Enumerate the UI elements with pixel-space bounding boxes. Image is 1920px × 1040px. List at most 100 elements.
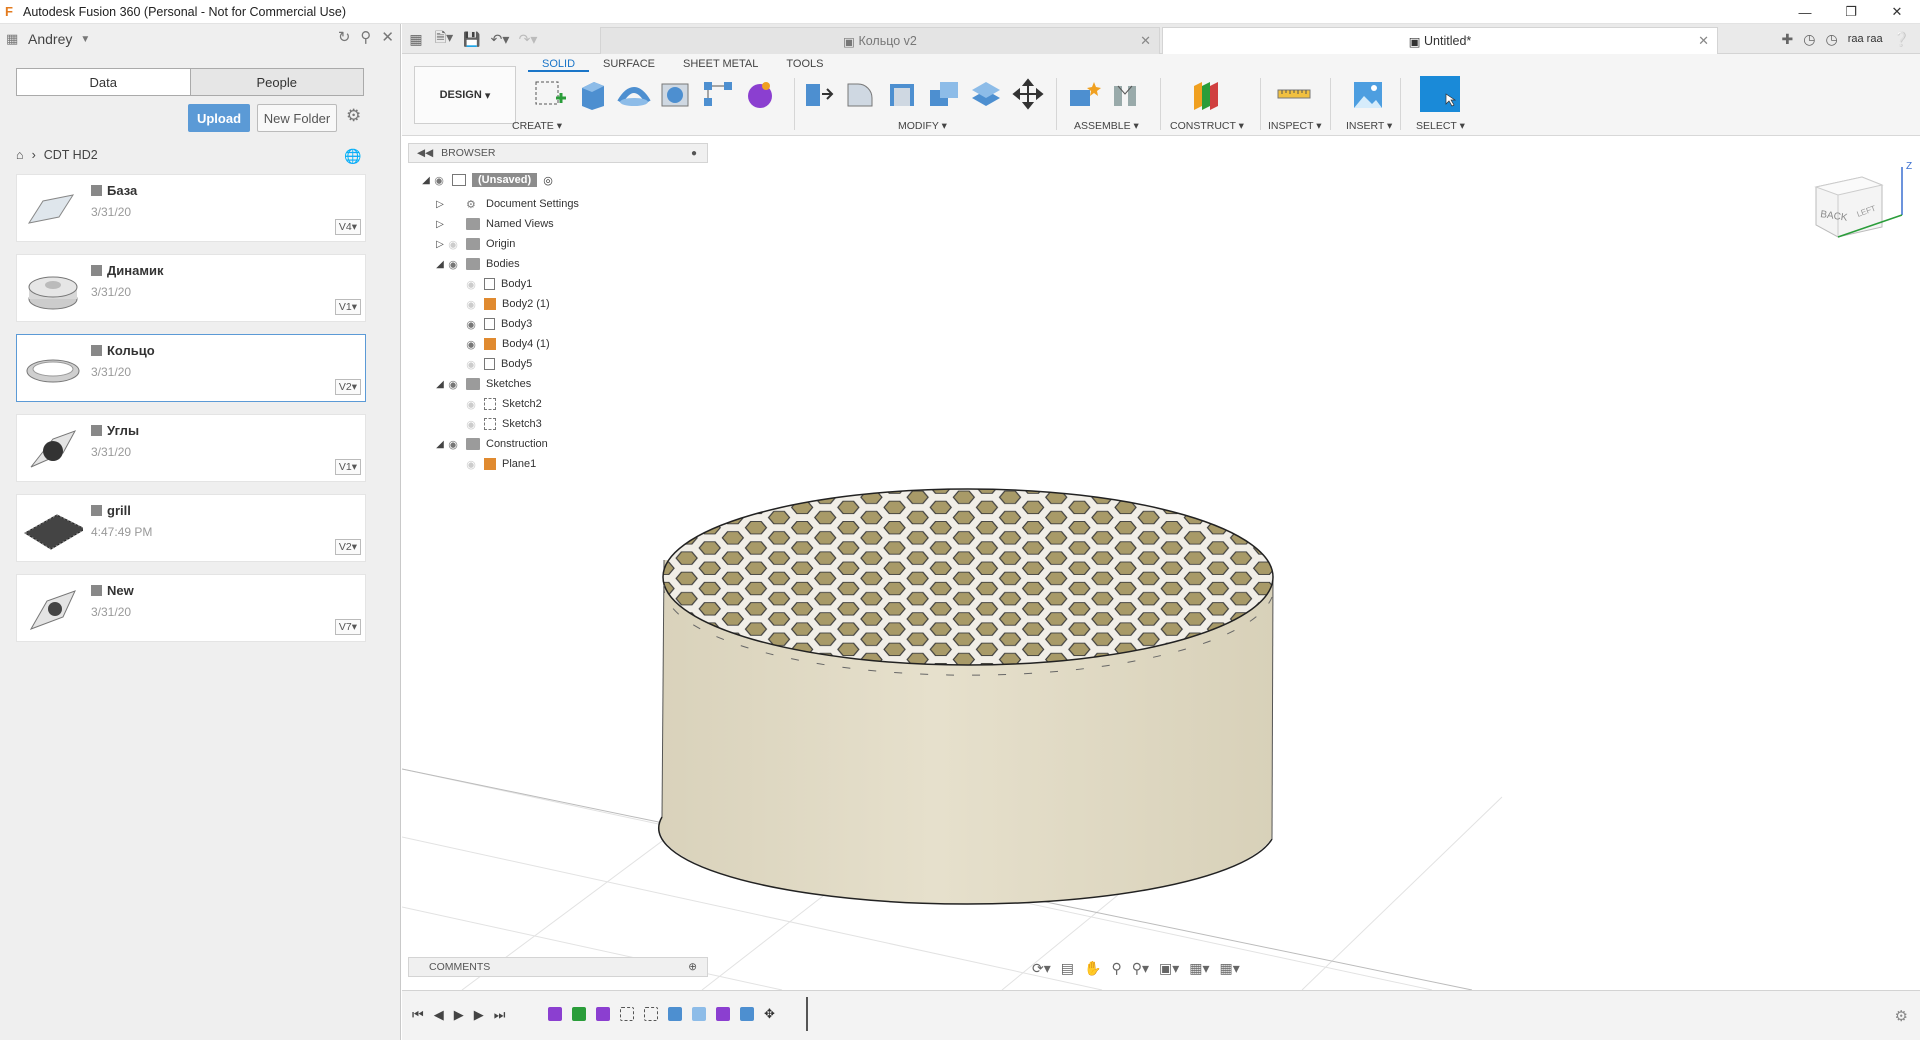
tree-item[interactable]: ◢ ◉ Bodies (434, 254, 520, 274)
move-icon[interactable]: ✥ (764, 1007, 778, 1021)
create-group-label[interactable]: CREATE ▾ (512, 120, 562, 132)
search-icon[interactable]: ⚲ (360, 28, 371, 46)
press-pull-icon[interactable] (800, 78, 836, 110)
gear-icon[interactable]: ⚙ (346, 106, 361, 126)
tree-item[interactable]: ▷ ⚙ Document Settings (434, 194, 579, 214)
visibility-eye-icon[interactable]: ◉ (432, 174, 446, 187)
create-form-icon[interactable] (742, 78, 778, 110)
select-group-label[interactable]: SELECT ▾ (1416, 120, 1465, 132)
close-tab-icon[interactable]: ✕ (1140, 33, 1151, 49)
refresh-icon[interactable]: ↻ (338, 28, 351, 46)
close-panel-icon[interactable]: ✕ (381, 28, 394, 46)
collapse-panel-icon[interactable]: ◀◀ (417, 147, 433, 159)
orbit-icon[interactable]: ⟳▾ (1032, 960, 1051, 977)
revolve-icon[interactable] (616, 78, 652, 110)
tree-item[interactable]: ◉ Body2 (1) (464, 294, 550, 314)
combine-icon[interactable] (926, 78, 962, 110)
new-component-icon[interactable] (1066, 78, 1102, 110)
timeline-marker[interactable] (806, 997, 808, 1031)
account-name[interactable]: raa raa (1848, 33, 1883, 45)
timeline-feature-icon[interactable] (668, 1007, 682, 1021)
tree-item[interactable]: ◉ Body3 (464, 314, 532, 334)
look-at-icon[interactable]: ▤ (1061, 960, 1074, 977)
zoom-icon[interactable]: ⚲▾ (1132, 960, 1149, 977)
document-tab[interactable]: ▣ Кольцо v2 ✕ (600, 27, 1160, 54)
tab-sheet-metal[interactable]: SHEET METAL (669, 58, 772, 72)
timeline-feature-icon[interactable] (716, 1007, 730, 1021)
file-card[interactable]: Углы 3/31/20 V1▾ (16, 414, 366, 482)
insert-image-icon[interactable] (1350, 78, 1386, 110)
minimize-panel-icon[interactable]: ● (691, 148, 697, 159)
version-badge[interactable]: V2▾ (334, 539, 361, 555)
pan-icon[interactable]: ✋ (1084, 960, 1101, 977)
file-card[interactable]: New 3/31/20 V7▾ (16, 574, 366, 642)
expand-icon[interactable]: ◢ (420, 175, 432, 186)
version-badge[interactable]: V2▾ (334, 379, 361, 395)
construct-group-label[interactable]: CONSTRUCT ▾ (1170, 120, 1244, 132)
zoom-window-icon[interactable]: ⚲ (1111, 960, 1121, 977)
upload-button[interactable]: Upload (188, 104, 250, 132)
home-icon[interactable]: ⌂ (16, 148, 24, 162)
viewports-icon[interactable]: ▦▾ (1220, 960, 1240, 977)
undo-icon[interactable]: ↶▾ (486, 24, 514, 54)
version-badge[interactable]: V1▾ (334, 299, 361, 315)
file-card[interactable]: grill 4:47:49 PM V2▾ (16, 494, 366, 562)
file-card[interactable]: База 3/31/20 V4▾ (16, 174, 366, 242)
select-icon[interactable] (1420, 76, 1460, 112)
assemble-group-label[interactable]: ASSEMBLE ▾ (1074, 120, 1139, 132)
timeline-feature-icon[interactable] (572, 1007, 586, 1021)
timeline-feature-icon[interactable] (644, 1007, 658, 1021)
tab-solid[interactable]: SOLID (528, 58, 590, 72)
tree-item[interactable]: ◢ ◉ Sketches (434, 374, 531, 394)
browser-panel-header[interactable]: ◀◀ BROWSER ● (408, 143, 708, 163)
user-name[interactable]: Andrey (28, 31, 72, 47)
activate-icon[interactable]: ◎ (543, 174, 553, 187)
clock-icon[interactable]: ◷ (1825, 31, 1837, 48)
pattern-icon[interactable] (700, 78, 736, 110)
comments-panel[interactable]: COMMENTS ⊕ (408, 957, 708, 977)
tree-item[interactable]: ◉ Sketch3 (464, 414, 542, 434)
data-panel-toggle-icon[interactable]: ▦ (402, 24, 430, 54)
tree-item[interactable]: ◉ Sketch2 (464, 394, 542, 414)
version-badge[interactable]: V4▾ (334, 219, 361, 235)
display-settings-icon[interactable]: ▣▾ (1159, 960, 1179, 977)
restore-icon[interactable]: ❐ (1828, 0, 1874, 24)
modify-group-label[interactable]: MODIFY ▾ (898, 120, 947, 132)
chevron-down-icon[interactable]: ▼ (80, 34, 90, 45)
globe-icon[interactable]: 🌐 (344, 148, 361, 165)
measure-icon[interactable] (1276, 78, 1312, 110)
go-to-end-icon[interactable]: ⏭ (494, 1007, 506, 1023)
timeline-feature-icon[interactable] (692, 1007, 706, 1021)
job-status-icon[interactable]: ◷ (1803, 31, 1815, 48)
minimize-icon[interactable]: — (1782, 0, 1828, 24)
add-comment-icon[interactable]: ⊕ (688, 961, 697, 973)
close-tab-icon[interactable]: ✕ (1698, 33, 1709, 49)
tree-item[interactable]: ◉ Body1 (464, 274, 532, 294)
offset-face-icon[interactable] (968, 78, 1004, 110)
close-icon[interactable]: ✕ (1874, 0, 1920, 24)
file-menu-icon[interactable]: 🗎▾ (430, 24, 458, 54)
timeline-feature-icon[interactable] (548, 1007, 562, 1021)
tree-root[interactable]: ◢ ◉ (Unsaved) ◎ (420, 170, 553, 190)
file-card[interactable]: Кольцо 3/31/20 V2▾ (16, 334, 366, 402)
offset-plane-icon[interactable] (1188, 78, 1224, 110)
tab-data[interactable]: Data (17, 69, 190, 95)
tree-item[interactable]: ◢ ◉ Construction (434, 434, 548, 454)
tree-item[interactable]: ◉ Plane1 (464, 454, 536, 474)
fillet-icon[interactable] (842, 78, 878, 110)
grid-icon[interactable]: ▦ (6, 31, 20, 47)
tree-item[interactable]: ◉ Body5 (464, 354, 532, 374)
inspect-group-label[interactable]: INSPECT ▾ (1268, 120, 1322, 132)
create-sketch-icon[interactable] (532, 78, 568, 110)
save-icon[interactable]: 💾 (458, 24, 486, 54)
tab-surface[interactable]: SURFACE (589, 58, 669, 72)
tree-item[interactable]: ▷ Named Views (434, 214, 554, 234)
step-back-icon[interactable]: ◀ (434, 1007, 444, 1023)
viewcube[interactable]: Z BACK LEFT (1802, 157, 1912, 247)
new-folder-button[interactable]: New Folder (257, 104, 337, 132)
document-tab-active[interactable]: ▣ Untitled* ✕ (1162, 27, 1718, 54)
tab-tools[interactable]: TOOLS (772, 58, 837, 72)
breadcrumb-project[interactable]: CDT HD2 (44, 148, 98, 162)
joint-icon[interactable] (1108, 78, 1144, 110)
grid-settings-icon[interactable]: ▦▾ (1189, 960, 1209, 977)
